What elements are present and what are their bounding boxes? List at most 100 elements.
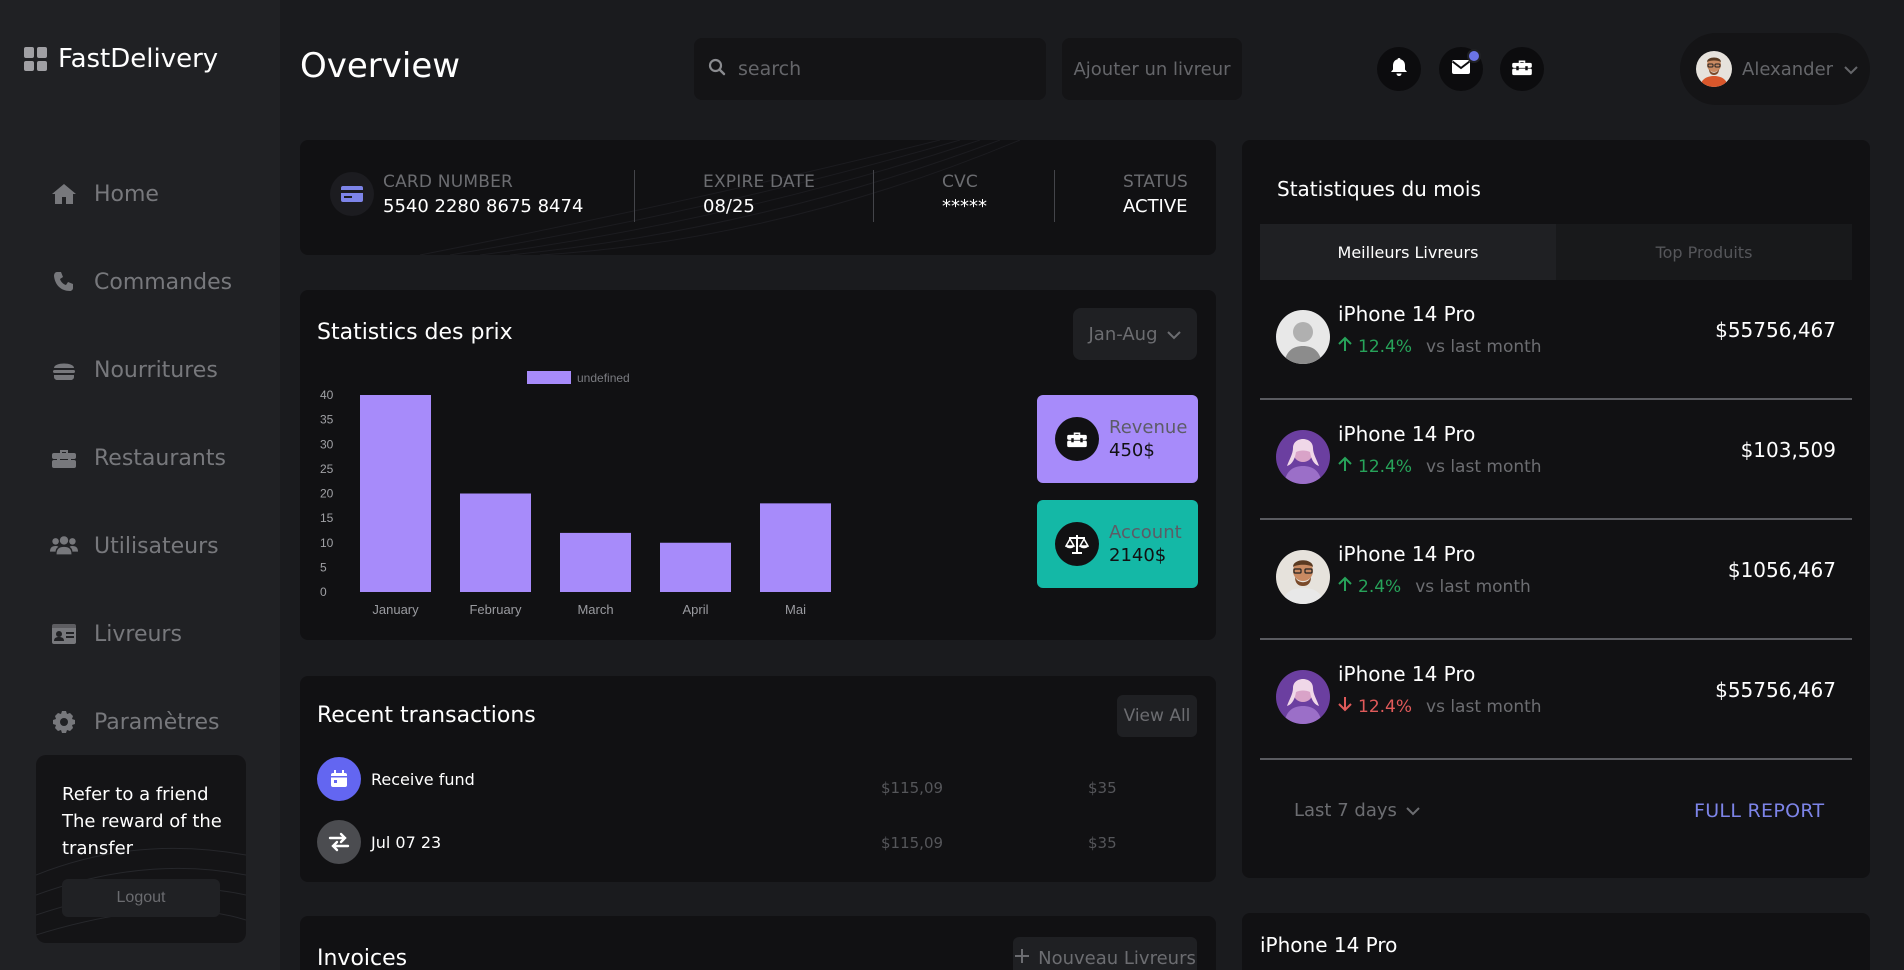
account-card[interactable]: Account 2140$ [1037, 500, 1198, 588]
product-title: iPhone 14 Pro [1260, 933, 1398, 957]
trend: 2.4% vs last month [1338, 576, 1531, 597]
search-input[interactable] [738, 58, 1028, 80]
divider [634, 170, 635, 222]
notifications-button[interactable] [1377, 47, 1421, 91]
logout-button[interactable]: Logout [62, 879, 220, 917]
transaction-amount: $115,09 [881, 834, 944, 852]
arrow-up-icon [1338, 456, 1352, 477]
list-item[interactable]: iPhone 14 Pro 12.4% vs last month $55756… [1260, 640, 1852, 760]
view-all-button[interactable]: View All [1117, 695, 1197, 737]
chevron-down-icon [1166, 324, 1182, 345]
users-icon [50, 532, 78, 560]
search-icon [708, 58, 726, 80]
bell-icon [1390, 57, 1408, 81]
transaction-row[interactable]: Receive fund [317, 757, 475, 801]
invoices-title: Invoices [317, 946, 408, 970]
calendar-icon [317, 757, 361, 801]
divider [873, 170, 874, 222]
new-courier-label: Nouveau Livreurs [1038, 947, 1196, 969]
bar-april [660, 542, 731, 592]
sidebar-item-label: Commandes [94, 269, 233, 295]
y-tick-label: 20 [320, 487, 334, 501]
courier-amount: $1056,467 [1727, 558, 1836, 582]
revenue-label: Revenue [1109, 417, 1188, 438]
toolbox-icon [1055, 417, 1099, 461]
messages-button[interactable] [1439, 47, 1483, 91]
courier-amount: $55756,467 [1715, 678, 1836, 702]
trend-caption: vs last month [1415, 576, 1531, 597]
trend: 12.4% vs last month [1338, 456, 1542, 477]
sidebar-item-restaurants[interactable]: Restaurants [50, 414, 232, 502]
period-value: Jan-Aug [1088, 323, 1158, 345]
list-item[interactable]: iPhone 14 Pro 12.4% vs last month $55756… [1260, 280, 1852, 400]
y-tick-label: 15 [320, 511, 334, 525]
card-number-field: CARD NUMBER 5540 2280 8675 8474 [383, 172, 583, 217]
expire-date-label: EXPIRE DATE [703, 172, 816, 192]
range-select[interactable]: Last 7 days [1294, 800, 1421, 821]
list-item[interactable]: iPhone 14 Pro 12.4% vs last month $103,5… [1260, 400, 1852, 520]
new-courier-button[interactable]: Nouveau Livreurs [1013, 937, 1197, 970]
sidebar-item-label: Nourritures [94, 357, 218, 383]
x-tick-label: February [469, 602, 522, 617]
sidebar-item-home[interactable]: Home [50, 150, 232, 238]
refer-subtitle: The reward of the transfer [62, 811, 222, 859]
app-logo[interactable]: FastDelivery [24, 44, 218, 74]
tab-meilleurs-livreurs[interactable]: Meilleurs Livreurs [1260, 224, 1556, 280]
sidebar: FastDelivery Home Commandes Nourritures … [0, 0, 280, 970]
sidebar-item-livreurs[interactable]: Livreurs [50, 590, 232, 678]
courier-name: iPhone 14 Pro [1338, 542, 1476, 566]
arrow-down-icon [1338, 696, 1352, 717]
sidebar-item-label: Home [94, 181, 159, 207]
courier-name: iPhone 14 Pro [1338, 302, 1476, 326]
full-report-link[interactable]: FULL REPORT [1694, 800, 1824, 822]
legend-label: undefined [577, 371, 630, 385]
cvc-field: CVC ***** [942, 172, 987, 217]
card-number-value: 5540 2280 8675 8474 [383, 196, 584, 217]
account-label: Account [1109, 522, 1182, 543]
sidebar-item-label: Paramètres [94, 709, 220, 735]
stats-title: Statistics des prix [317, 320, 513, 345]
list-item[interactable]: iPhone 14 Pro 2.4% vs last month $1056,4… [1260, 520, 1852, 640]
revenue-card[interactable]: Revenue 450$ [1037, 395, 1198, 483]
transaction-label: Receive fund [371, 769, 475, 789]
avatar [1276, 430, 1330, 484]
bar-january [360, 395, 431, 592]
status-field: STATUS ACTIVE [1123, 172, 1188, 217]
sidebar-item-nourritures[interactable]: Nourritures [50, 326, 232, 414]
y-tick-label: 0 [320, 585, 327, 599]
avatar [1696, 51, 1732, 87]
user-name: Alexander [1742, 58, 1834, 80]
trend-caption: vs last month [1426, 336, 1542, 357]
trend-value: 12.4% [1358, 456, 1413, 477]
sidebar-item-utilisateurs[interactable]: Utilisateurs [50, 502, 232, 590]
x-tick-label: March [577, 602, 613, 617]
avatar [1276, 670, 1330, 724]
transaction-fee: $35 [1088, 834, 1117, 852]
monthly-title: Statistiques du mois [1277, 177, 1481, 201]
status-value: ACTIVE [1123, 196, 1188, 217]
user-profile-menu[interactable]: Alexander [1680, 33, 1870, 105]
period-select[interactable]: Jan-Aug [1073, 308, 1197, 360]
add-courier-button[interactable]: Ajouter un livreur [1062, 38, 1242, 100]
revenue-value: 450$ [1109, 440, 1155, 461]
sidebar-item-commandes[interactable]: Commandes [50, 238, 232, 326]
tab-top-produits[interactable]: Top Produits [1556, 224, 1852, 280]
search-box[interactable] [694, 38, 1046, 100]
toolbox-button[interactable] [1500, 47, 1544, 91]
card-number-label: CARD NUMBER [383, 172, 514, 192]
bar-chart: undefined 0 5 10 15 20 25 30 35 40 January February… [320, 371, 831, 617]
burger-icon [50, 356, 78, 384]
sidebar-item-label: Utilisateurs [94, 533, 219, 559]
status-label: STATUS [1123, 172, 1188, 192]
transaction-fee: $35 [1088, 779, 1117, 797]
credit-card-icon [330, 172, 374, 216]
transaction-label: Jul 07 23 [371, 832, 442, 852]
courier-name: iPhone 14 Pro [1338, 422, 1476, 446]
sidebar-item-parametres[interactable]: Paramètres [50, 678, 232, 766]
avatar [1276, 550, 1330, 604]
phone-icon [50, 268, 78, 296]
y-tick-label: 25 [320, 462, 334, 476]
refer-card: Refer to a friend The reward of the tran… [36, 755, 246, 943]
transaction-row[interactable]: Jul 07 23 [317, 820, 441, 864]
x-tick-label: Mai [785, 602, 806, 617]
